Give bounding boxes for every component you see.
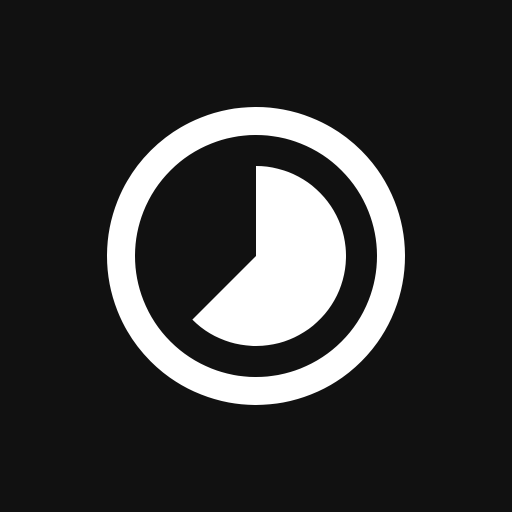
timer-progress-wedge bbox=[192, 166, 346, 347]
timer-icon bbox=[107, 107, 405, 405]
app-icon-canvas bbox=[0, 0, 512, 512]
